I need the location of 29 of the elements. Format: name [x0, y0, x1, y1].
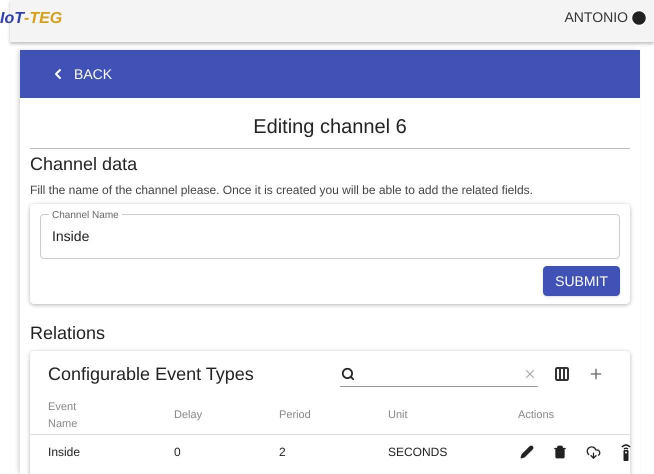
back-button[interactable]: BACK: [50, 64, 112, 84]
section-heading: Channel data: [30, 153, 138, 176]
column-header[interactable]: Actions: [518, 407, 598, 424]
logo-text: IoT: [0, 9, 24, 29]
delete-icon[interactable]: [553, 445, 567, 459]
user-name[interactable]: ANTONIO: [564, 7, 628, 28]
table-cell-text: SECONDS: [388, 444, 448, 461]
table-cell-text: Inside: [48, 444, 82, 461]
cloud-download-icon[interactable]: [586, 444, 601, 460]
search-icon: [341, 366, 355, 380]
table-title: Configurable Event Types: [48, 362, 255, 386]
logo[interactable]: IoT-TEG: [0, 7, 62, 31]
submit-button[interactable]: SUBMIT: [543, 266, 620, 296]
page-title: Editing channel 6: [30, 112, 630, 149]
user-avatar-icon[interactable]: [630, 8, 648, 26]
field-value: Inside: [52, 227, 90, 246]
column-header[interactable]: Unit: [388, 407, 438, 424]
table-cell-text: 2: [279, 444, 287, 461]
columns-icon[interactable]: [554, 366, 570, 382]
table-cell-text: 0: [174, 444, 182, 461]
remote-icon[interactable]: [620, 443, 632, 461]
column-header[interactable]: Event Name: [48, 399, 98, 432]
section-heading: Relations: [30, 322, 106, 345]
add-icon[interactable]: [588, 366, 604, 382]
column-header[interactable]: Delay: [174, 407, 224, 424]
logo-text: -TEG: [24, 9, 62, 29]
description-text: Fill the name of the channel please. Once it is created you will be able to add the related fields.: [30, 182, 534, 199]
column-header[interactable]: Period: [279, 407, 329, 424]
edit-icon[interactable]: [520, 445, 534, 459]
